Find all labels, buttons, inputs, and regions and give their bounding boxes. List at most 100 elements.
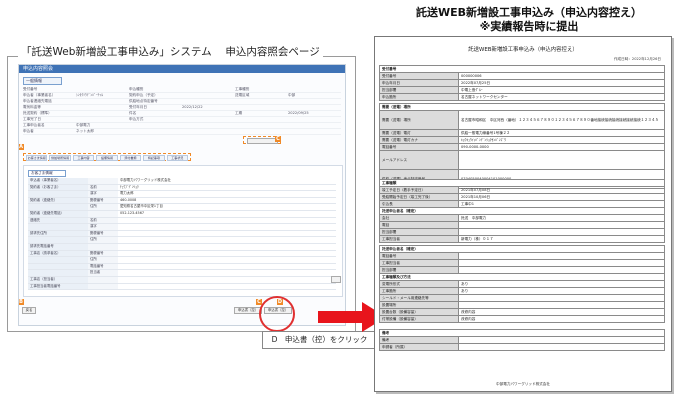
marker-c: C (275, 136, 281, 142)
doc-row: 会社 託送 中部電力 (379, 214, 665, 222)
doc-section-heading: 受付番号 (379, 65, 665, 73)
detail-sublabel: 住所 (88, 257, 118, 263)
detail-value (118, 231, 336, 237)
doc-field-value: 000000006 (458, 72, 665, 80)
scroll-top-button[interactable] (331, 276, 341, 283)
doc-row: 電話番号 (379, 252, 665, 260)
detail-value (118, 257, 336, 263)
info-cell (235, 117, 288, 122)
doc-section-heading: 託送申込者名（確定） (379, 245, 665, 253)
info-cell: 2022/12/22 (182, 105, 203, 109)
tab-item[interactable]: 工事内容 (72, 155, 95, 161)
doc-field-label: 受給開始予定日（竣工完了後） (379, 193, 459, 201)
doc-field-value (458, 228, 665, 236)
print-button[interactable]: 申込書（控） (234, 307, 262, 314)
info-cell (182, 129, 235, 134)
doc-field-value: 2021年07月08日 (458, 186, 665, 194)
info-cell: ｼﾝﾀｸｿｳﾃﾞﾝﾊﾞｰﾁｬﾙ (76, 93, 103, 97)
detail-label: 請求先電話番号 (28, 243, 88, 250)
info-cell: 電気料金等 (23, 105, 41, 109)
doc-field-value: 供給一般電力線番号1号棟２２ (458, 129, 665, 137)
doc-row: 申込年月日 2022年07月25日 (379, 79, 665, 87)
doc-field-label: 電話番号 (379, 252, 459, 260)
info-cell (288, 99, 341, 104)
info-cell (182, 117, 235, 122)
detail-row: 住所 (28, 257, 336, 264)
doc-section-heading: 工事種類及び方法 (379, 273, 665, 281)
doc-field-label: 申込年月日 (379, 79, 459, 87)
detail-value (118, 237, 336, 243)
doc-field-value: ｷｮｳｷｭｳｲｯﾊﾟﾝﾃﾞﾝﾘｮｸｾﾝﾊﾞﾝｺﾞｳ (458, 136, 665, 144)
back-button[interactable]: 戻る (22, 307, 36, 314)
doc-field-label: 担当部署 (379, 86, 459, 94)
doc-field-value: 改修内容 (458, 308, 665, 316)
detail-row: 請求先電話番号 (28, 243, 336, 251)
detail-label: 請求先住所 (28, 230, 88, 237)
doc-field-label: 申込箇所 (379, 93, 459, 101)
tab-item[interactable]: 設備情報 (96, 155, 118, 161)
detail-label (28, 204, 88, 210)
detail-label: 工事店（担当者） (28, 276, 88, 283)
tab-item[interactable]: 特記事項 (143, 155, 165, 161)
doc-field-label: 担当部署 (379, 228, 459, 236)
info-cell (76, 111, 129, 116)
doc-field-label: 受付番号 (379, 72, 459, 80)
doc-field-value (458, 343, 665, 351)
doc-section-heading: 工事種類 (379, 179, 665, 187)
info-cell: 申込者 (23, 129, 34, 133)
doc-field-value: 中電上島ｸﾞﾙｰ (458, 86, 665, 94)
application-copy-document: 託送WEB新増設工事申込み（申込内容控え） 作成日時：2022年12月26日 受… (374, 36, 672, 392)
detail-row: 申込者（事業者名） 中部電力パワーグリッド株式会社 (28, 178, 336, 185)
tab-bar: お客さま情報 供給場所情報 工事内容 設備情報 添付書類 特記事項 工事状況 (23, 153, 191, 161)
doc-row: 申請者（所属） (379, 343, 665, 351)
info-cell (235, 123, 288, 128)
detail-value (118, 224, 336, 230)
doc-field-value: あり (458, 280, 665, 288)
tab-item[interactable]: 工事状況 (166, 155, 188, 161)
doc-row: 電話番号 090-0000-0000 (379, 143, 665, 151)
doc-row: 竣工予定日（着手予定日） 2021年07月08日 (379, 186, 665, 194)
doc-section-table: 備考 備考 申請者（所属） (379, 329, 665, 351)
detail-section-heading: お客さま情報 (28, 170, 66, 177)
document-heading: 託送WEB新増設工事申込み（申込内容控え） ※実績報告時に提出 (374, 6, 684, 34)
tab-item[interactable]: 添付書類 (119, 155, 142, 161)
doc-field-value: あり (458, 287, 665, 295)
app-header-title: 申込内容照会 (23, 66, 54, 72)
doc-field-label: 申請者（所属） (379, 343, 459, 351)
doc-field-value (458, 221, 665, 229)
doc-row: シールド・メール用連絡先等 (379, 294, 665, 302)
action-button[interactable] (247, 138, 278, 144)
info-cell: 工事完了日 (23, 117, 41, 121)
tab-item[interactable]: 供給場所情報 (49, 155, 71, 161)
detail-label: 工事担当者電話番号 (28, 283, 88, 290)
detail-value (118, 264, 336, 270)
doc-field-value (458, 301, 665, 309)
detail-sublabel: 名前 (88, 184, 118, 191)
doc-field-value (458, 294, 665, 302)
info-cell (76, 117, 129, 122)
detail-label: 契約者（連絡先電話） (28, 210, 88, 217)
detail-row: 連絡先 名前 (28, 217, 336, 225)
doc-field-value (458, 336, 665, 344)
detail-value: 中部電力パワーグリッド株式会社 (120, 178, 171, 182)
doc-section-table: 託送申込者名（確定） 電話番号 工事担当者 担当部署 (379, 245, 665, 274)
detail-sublabel: 電話番号 (88, 263, 118, 270)
doc-row: 工事種類及び方法 (379, 273, 665, 281)
info-cell (288, 123, 341, 128)
detail-label (28, 257, 88, 263)
doc-field-label: 工事箇所 (379, 287, 459, 295)
info-cell: 2022/09/25 (288, 111, 309, 115)
doc-row: 設置場所 (379, 301, 665, 309)
doc-field-value: 新電力（株）０１７ (458, 235, 665, 243)
info-cell (235, 105, 288, 110)
detail-sublabel (88, 283, 118, 290)
doc-field-label: 電話番号 (379, 143, 459, 151)
tab-item[interactable]: お客さま情報 (26, 155, 48, 161)
general-info-heading: 一般情報 (23, 77, 62, 85)
detail-row: 工事担当者電話番号 (28, 283, 336, 291)
detail-row: 契約者（お客さま） 名前 ﾁｭｳﾌﾞﾃﾞﾝﾘｮｸ (28, 184, 336, 192)
doc-row: 工事担当者 (379, 259, 665, 267)
info-cell (288, 117, 341, 122)
doc-row: 託送申込者名（確定） (379, 245, 665, 253)
detail-value: 愛知県名古屋市中区栄1丁目 (120, 204, 163, 209)
